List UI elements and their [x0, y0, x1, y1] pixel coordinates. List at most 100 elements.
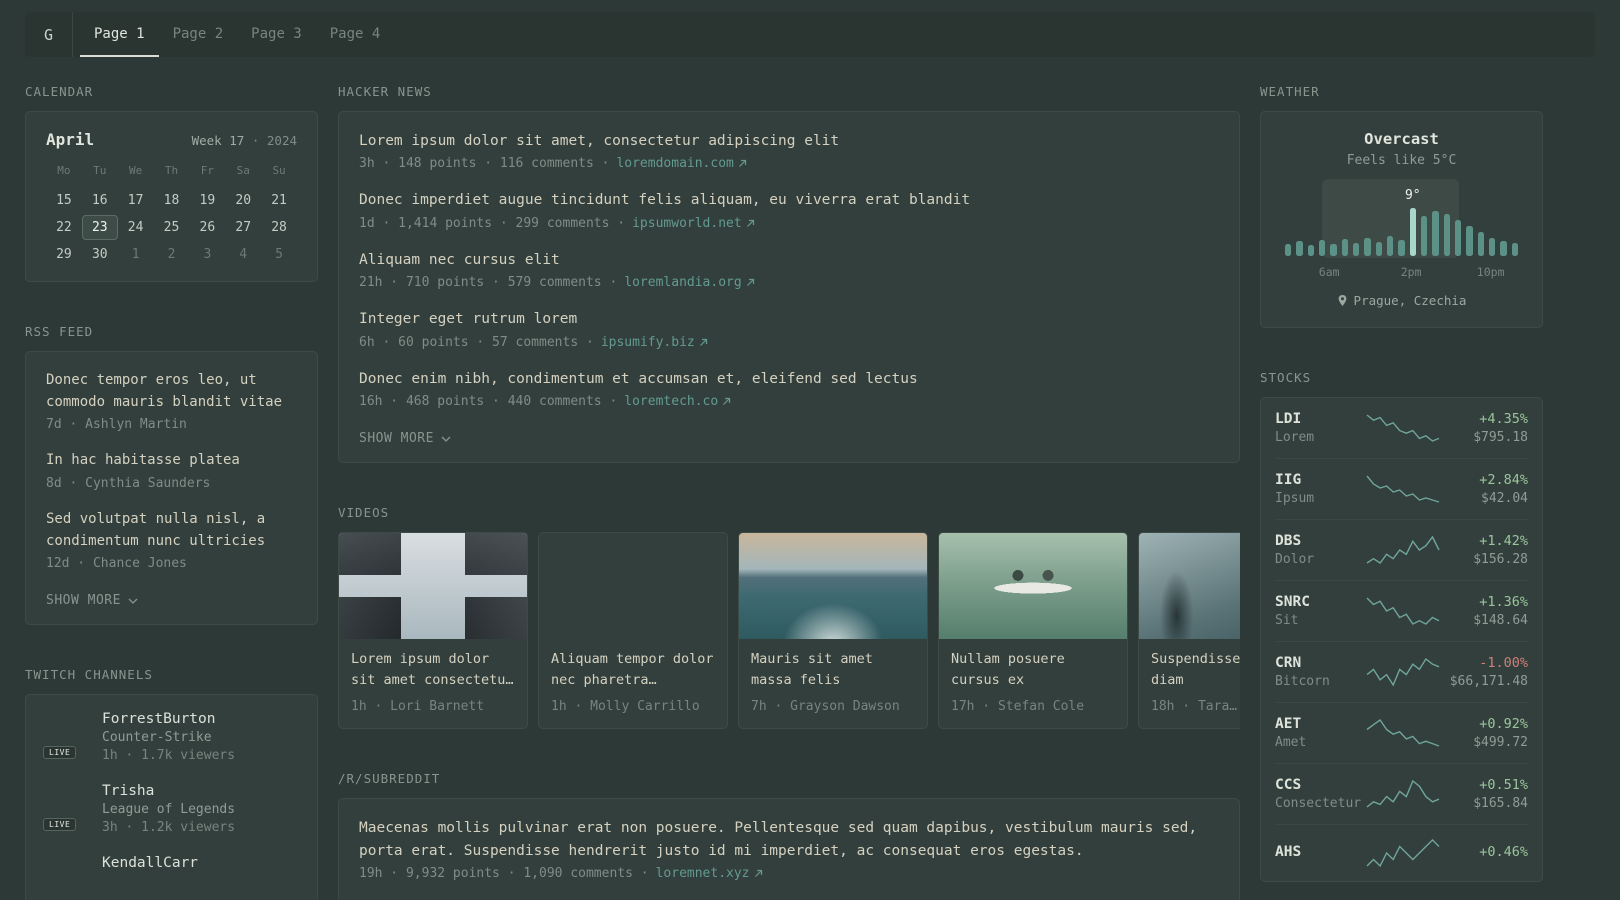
video-meta: 17h · Stefan Cole: [951, 699, 1085, 715]
tab-page-4[interactable]: Page 4: [316, 12, 395, 57]
channel-info: ForrestBurton Counter-Strike 1h · 1.7k v…: [102, 711, 235, 763]
hn-item-source-link[interactable]: loremlandia.org: [624, 275, 754, 290]
stock-sparkline: [1363, 535, 1442, 565]
avatar-wrap: LIVE: [43, 711, 88, 760]
stock-id: IIG Ipsum: [1275, 472, 1363, 506]
stock-symbol: AHS: [1275, 843, 1302, 860]
location-pin-icon: [1338, 295, 1346, 306]
weather-time-label: 10pm: [1476, 265, 1505, 279]
hn-item-source-link[interactable]: loremtech.co: [624, 394, 731, 409]
video-thumbnail: [739, 533, 927, 640]
rss-show-more-button[interactable]: SHOW MORE: [46, 593, 138, 608]
hn-item-meta: 3h · 148 points · 116 comments · loremdo…: [359, 156, 1219, 171]
hn-item-title[interactable]: Donec imperdiet augue tincidunt felis al…: [359, 189, 1219, 211]
twitch-card: LIVE ForrestBurton Counter-Strike 1h · 1…: [25, 694, 318, 900]
weather-bar: [1285, 244, 1292, 256]
stock-id: AHS: [1275, 844, 1363, 863]
stock-change: +2.84%: [1479, 472, 1528, 488]
stock-symbol: CCS: [1275, 777, 1302, 793]
calendar-week-sep: ·: [251, 133, 260, 148]
subreddit-item-source-link[interactable]: loremnet.xyz: [656, 866, 763, 881]
rss-item-title[interactable]: In hac habitasse platea: [46, 450, 297, 472]
rss-item: Donec tempor eros leo, ut commodo mauris…: [46, 370, 297, 432]
calendar-day: 16: [91, 193, 108, 208]
weather-feels-like: Feels like 5°C: [1346, 153, 1457, 168]
app-logo[interactable]: G: [25, 12, 72, 57]
tab-page-1[interactable]: Page 1: [80, 12, 159, 57]
rss-item-meta: 7d · Ashlyn Martin: [46, 417, 187, 433]
calendar-day: 28: [271, 220, 287, 235]
twitch-channel[interactable]: LIVE ForrestBurton Counter-Strike 1h · 1…: [43, 711, 297, 763]
video-card[interactable]: Aliquam tempor dolor nec pharetra… 1h · …: [538, 532, 728, 730]
stock-name: Amet: [1275, 735, 1307, 750]
hacker-news-widget-title: HACKER NEWS: [338, 84, 432, 99]
hn-item-source-link[interactable]: loremdomain.com: [616, 156, 746, 171]
calendar-day-header: Su: [272, 164, 286, 177]
stock-name: Dolor: [1275, 552, 1315, 567]
weather-bar: [1443, 214, 1450, 256]
channel-game: League of Legends: [102, 802, 236, 818]
calendar-day: 1: [131, 247, 140, 262]
hn-item-title[interactable]: Donec enim nibh, condimentum et accumsan…: [359, 368, 1219, 390]
video-thumbnail: [1139, 533, 1240, 640]
video-card[interactable]: Suspendisse diam 18h · Tara…: [1138, 532, 1240, 730]
hn-item-title[interactable]: Integer eget rutrum lorem: [359, 308, 1219, 330]
rss-item-title[interactable]: Sed volutpat nulla nisl, a condimentum n…: [46, 509, 297, 552]
video-card[interactable]: Mauris sit amet massa felis 7h · Grayson…: [738, 532, 928, 730]
calendar-widget-title: CALENDAR: [25, 84, 94, 99]
tab-page-3[interactable]: Page 3: [237, 12, 316, 57]
calendar-day: 26: [199, 220, 216, 235]
weather-widget-title: WEATHER: [1260, 84, 1320, 99]
weather-bar: [1364, 238, 1371, 256]
calendar-day: 2: [167, 247, 176, 262]
rss-item-meta: 12d · Chance Jones: [46, 556, 187, 572]
stock-price: $66,171.48: [1449, 674, 1528, 689]
subreddit-item-title[interactable]: Maecenas mollis pulvinar erat non posuer…: [359, 817, 1219, 862]
live-badge: LIVE: [43, 746, 77, 760]
weather-bar: [1341, 239, 1348, 256]
hn-item-source-link[interactable]: ipsumworld.net: [632, 216, 755, 231]
calendar-header: April Week 17 · 2024: [46, 130, 297, 149]
video-card[interactable]: Lorem ipsum dolor sit amet consectetu… 1…: [338, 532, 528, 730]
channel-name: ForrestBurton: [102, 711, 216, 728]
stock-symbol: IIG: [1275, 472, 1302, 488]
weather-bar: [1296, 241, 1303, 256]
weather-bar: [1352, 243, 1360, 256]
stock-row: IIG Ipsum +2.84% $42.04: [1275, 458, 1528, 519]
calendar-day: 24: [127, 220, 144, 235]
stock-price: $165.84: [1473, 796, 1528, 811]
weather-peak-temp: 9°: [1404, 188, 1421, 203]
stocks-widget: STOCKS LDI Lorem +4.35% $795.18 IIG Ipsu…: [1260, 370, 1543, 882]
stock-sparkline: [1363, 779, 1442, 809]
external-link-icon: [754, 870, 762, 878]
hn-show-more-label: SHOW MORE: [359, 431, 434, 447]
video-meta: 18h · Tara…: [1151, 699, 1238, 715]
calendar-day: 21: [271, 193, 287, 208]
weather-chart: 9°: [1281, 179, 1522, 258]
hn-item-title[interactable]: Lorem ipsum dolor sit amet, consectetur …: [359, 130, 1219, 152]
tab-page-2[interactable]: Page 2: [159, 12, 238, 57]
hn-item-source-link[interactable]: ipsumify.biz: [601, 335, 708, 350]
video-card[interactable]: Nullam posuere cursus ex 17h · Stefan Co…: [938, 532, 1128, 730]
stock-change: +1.36%: [1479, 594, 1528, 610]
stocks-card: LDI Lorem +4.35% $795.18 IIG Ipsum +2.84…: [1260, 397, 1543, 882]
hn-show-more-button[interactable]: SHOW MORE: [359, 431, 451, 446]
calendar-grid: Mo Tu We Th Fr Sa Su 15 16 17 18 19 20 21 22 23 24 25 26 27…: [46, 159, 297, 267]
weather-bar: [1318, 240, 1326, 256]
hn-item-title[interactable]: Aliquam nec cursus elit: [359, 249, 1219, 271]
twitch-channel[interactable]: KendallCarr: [46, 855, 297, 897]
stock-name: Bitcorn: [1275, 674, 1330, 689]
weather-bar: [1488, 238, 1496, 256]
calendar-day: 29: [56, 247, 72, 262]
hn-item-domain: ipsumworld.net: [632, 215, 742, 231]
videos-row: Lorem ipsum dolor sit amet consectetu… 1…: [338, 532, 1240, 730]
weather-bars: 9°: [1281, 188, 1522, 256]
rss-item-meta: 8d · Cynthia Saunders: [46, 476, 211, 492]
top-nav: G Page 1 Page 2 Page 3 Page 4: [25, 12, 1595, 57]
stock-values: +0.51% $165.84: [1442, 777, 1528, 811]
rss-item-title[interactable]: Donec tempor eros leo, ut commodo mauris…: [46, 370, 297, 413]
stock-change: +1.42%: [1479, 533, 1528, 549]
weather-bar: [1386, 236, 1394, 256]
hn-item-meta-text: 6h · 60 points · 57 comments ·: [359, 334, 594, 350]
twitch-channel[interactable]: LIVE Trisha League of Legends 3h · 1.2k …: [43, 783, 297, 835]
